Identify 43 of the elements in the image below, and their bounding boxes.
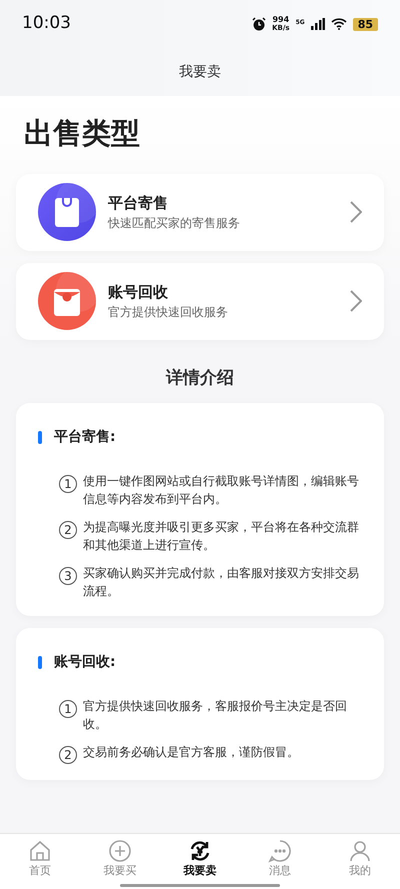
sale-type-subtitle: 快速匹配买家的寄售服务: [108, 215, 241, 232]
sale-type-title: 账号回收: [108, 282, 169, 303]
envelope-icon: [38, 272, 96, 330]
section-heading: 详情介绍: [166, 366, 234, 390]
status-time: 10:03: [22, 12, 71, 36]
step-number: 2: [59, 746, 77, 764]
step-text: 使用一键作图网站或自行截取账号详情图，编辑账号信息等内容发布到平台内。: [83, 473, 360, 508]
step-text: 买家确认购买并完成付款，由客服对接双方安排交易流程。: [83, 565, 360, 600]
plus-circle-icon: [108, 839, 132, 864]
sale-type-card[interactable]: 平台寄售 快速匹配买家的寄售服务: [16, 174, 384, 250]
signal-icon: [310, 18, 325, 30]
tab-bar-item[interactable]: 首页: [10, 839, 70, 880]
accent-bar: [38, 431, 42, 444]
step-text: 交易前务必确认是官方客服，谨防假冒。: [83, 744, 299, 761]
shopping-bag-icon: [38, 183, 96, 241]
header-title: 我要卖: [179, 62, 221, 82]
tab-bar-item[interactable]: 我要买: [90, 839, 150, 880]
tab-bar-item[interactable]: 消息: [250, 839, 310, 880]
sale-type-card[interactable]: 账号回收 官方提供快速回收服务: [16, 262, 384, 340]
network-speed: 994: [272, 16, 290, 24]
chevron-right-icon: [350, 290, 362, 312]
step-text: 官方提供快速回收服务，客服报价号主决定是否回收。: [83, 698, 348, 733]
step-number: 1: [59, 700, 77, 718]
tab-bar-item[interactable]: 我要卖: [170, 839, 230, 880]
accent-bar: [38, 656, 42, 669]
chat-bubble-icon: [268, 839, 292, 864]
step-number: 3: [59, 567, 77, 585]
chevron-right-icon: [350, 201, 362, 223]
tab-bar-item[interactable]: 我的: [330, 839, 390, 880]
step-number: 1: [59, 475, 77, 493]
wifi-icon: [330, 18, 347, 30]
step-text: 为提高曝光度并吸引更多买家，平台将在各种交流群和其他渠道上进行宣传。: [83, 519, 360, 554]
step-number: 2: [59, 521, 77, 539]
alarm-icon: [252, 17, 266, 31]
home-icon: [28, 839, 52, 864]
details-title: 账号回收:: [54, 653, 116, 672]
details-title: 平台寄售:: [54, 428, 116, 447]
sale-type-title: 平台寄售: [108, 192, 169, 214]
currency-exchange-icon: [188, 839, 212, 864]
battery-level: 85: [352, 18, 378, 30]
person-icon: [348, 839, 372, 864]
page-title: 出售类型: [23, 115, 141, 152]
sale-type-subtitle: 官方提供快速回收服务: [108, 304, 229, 322]
